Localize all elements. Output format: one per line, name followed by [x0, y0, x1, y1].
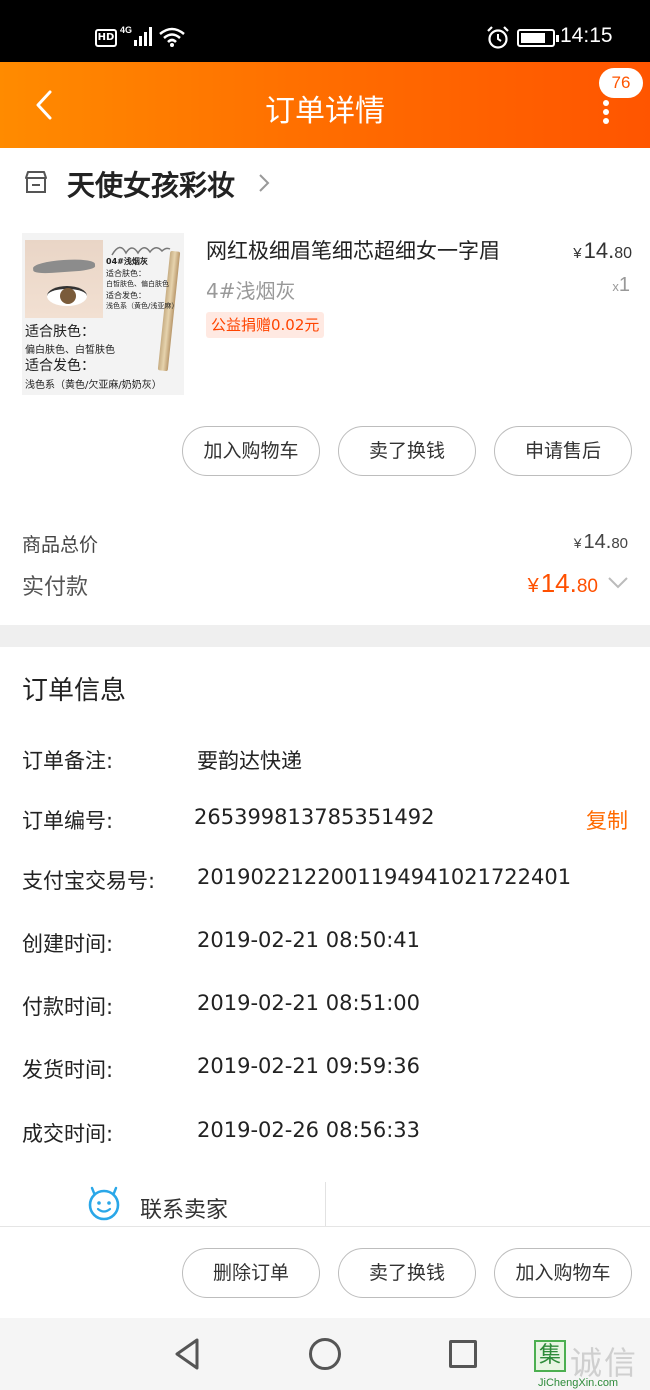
paid-time-value: 2019-02-21 08:51:00: [197, 991, 421, 1015]
watermark-logo: 集: [534, 1340, 566, 1372]
copy-order-number-button[interactable]: 复制: [586, 805, 628, 835]
alipay-trade-value: 2019022122001194941021722401: [197, 865, 572, 889]
product-thumbnail[interactable]: 04#浅烟灰 适合肤色： 白皙肤色、偏白肤色 适合发色： 浅色系（黄色/浅亚麻）…: [22, 233, 184, 395]
store-icon: [25, 171, 47, 193]
network-type-label: 4G: [120, 25, 132, 35]
charity-tag: 公益捐赠0.02元: [206, 312, 325, 338]
contact-seller-label[interactable]: 联系卖家: [140, 1192, 228, 1224]
goods-total-currency: ¥: [573, 535, 582, 551]
image-shade-label: 04#浅烟灰: [106, 257, 148, 266]
battery-icon: [517, 29, 559, 47]
nav-home-icon[interactable]: [309, 1338, 341, 1370]
chat-smile-icon[interactable]: [86, 1186, 122, 1222]
message-count-badge: 76: [599, 68, 643, 98]
bottom-bar-divider: [0, 1226, 650, 1227]
goods-total-value: ¥14.80: [574, 531, 628, 554]
order-number-value: 265399813785351492: [194, 805, 435, 829]
qty-value: 1: [618, 274, 630, 296]
bottom-resell-button[interactable]: 卖了换钱: [338, 1248, 476, 1298]
alarm-icon: [487, 26, 509, 49]
hd-icon: HD: [95, 29, 117, 47]
image-skin-label-small: 适合肤色：: [106, 269, 146, 278]
order-info-title: 订单信息: [22, 676, 127, 706]
contact-divider: [325, 1182, 326, 1226]
status-time: 14:15: [560, 24, 613, 47]
image-skin-value-small: 白皙肤色、偏白肤色: [106, 280, 169, 288]
goods-total-label: 商品总价: [22, 534, 99, 556]
section-divider: [0, 625, 650, 647]
shop-name: 天使女孩彩妆: [67, 169, 236, 202]
created-time-value: 2019-02-21 08:50:41: [197, 928, 421, 952]
paid-integer: 14.: [540, 568, 577, 598]
site-watermark: 集 诚信 JiChengXin.com: [532, 1336, 650, 1390]
goods-total-decimal: 80: [611, 535, 628, 552]
delete-order-button[interactable]: 删除订单: [182, 1248, 320, 1298]
image-hair-label: 适合发色：: [25, 358, 95, 374]
price-currency: ¥: [573, 245, 582, 262]
shipped-time-label: 发货时间:: [22, 1058, 114, 1082]
chevron-right-icon: [259, 174, 270, 192]
paid-decimal: 80: [576, 576, 598, 597]
price-decimal: 80: [614, 245, 632, 262]
page-title: 订单详情: [265, 94, 385, 129]
order-note-label: 订单备注:: [22, 749, 114, 773]
header-bar: 订单详情 76: [0, 62, 650, 148]
status-bar: HD 4G 14:15: [0, 0, 650, 62]
image-skin-value: 偏白肤色、白皙肤色: [25, 345, 115, 356]
wifi-icon: [159, 27, 185, 47]
paid-amount-label: 实付款: [22, 575, 89, 600]
nav-recent-apps-icon[interactable]: [449, 1340, 477, 1368]
paid-time-label: 付款时间:: [22, 995, 114, 1019]
completed-time-label: 成交时间:: [22, 1122, 114, 1146]
chevron-down-icon[interactable]: [606, 575, 630, 591]
resell-button[interactable]: 卖了换钱: [338, 426, 476, 476]
brow-stroke-sample: [111, 246, 171, 256]
brow-pencil-image: [157, 250, 181, 372]
more-menu-icon[interactable]: [596, 96, 616, 126]
price-integer: 14.: [583, 238, 615, 263]
paid-currency: ¥: [527, 575, 539, 597]
bottom-add-to-cart-button[interactable]: 加入购物车: [494, 1248, 632, 1298]
paid-amount-value: ¥14.80: [528, 568, 598, 599]
order-number-label: 订单编号:: [22, 809, 114, 833]
completed-time-value: 2019-02-26 08:56:33: [197, 1118, 421, 1142]
after-sale-button[interactable]: 申请售后: [494, 426, 632, 476]
alipay-trade-label: 支付宝交易号:: [22, 869, 156, 893]
cellular-signal-icon: 4G: [120, 25, 152, 46]
add-to-cart-button[interactable]: 加入购物车: [182, 426, 320, 476]
order-note-value: 要韵达快递: [197, 749, 302, 773]
product-price: ¥14.80: [573, 238, 632, 264]
image-hair-value: 浅色系（黄色/欠亚麻/奶奶灰）: [25, 380, 162, 391]
created-time-label: 创建时间:: [22, 932, 114, 956]
shipped-time-value: 2019-02-21 09:59:36: [197, 1054, 421, 1078]
product-name[interactable]: 网红极细眉笔细芯超细女一字眉: [206, 235, 500, 265]
image-hair-label-small: 适合发色：: [106, 291, 146, 300]
image-skin-label: 适合肤色：: [25, 324, 95, 340]
eye-photo: [25, 240, 103, 318]
image-hair-value-small: 浅色系（黄色/浅亚麻）: [106, 302, 179, 310]
watermark-url: JiChengXin.com: [538, 1377, 619, 1389]
product-sku: 4#浅烟灰: [206, 279, 296, 303]
shop-row[interactable]: 天使女孩彩妆: [0, 148, 650, 218]
nav-back-icon[interactable]: [172, 1336, 202, 1372]
product-quantity: x1: [612, 274, 630, 297]
goods-total-integer: 14.: [583, 531, 612, 553]
